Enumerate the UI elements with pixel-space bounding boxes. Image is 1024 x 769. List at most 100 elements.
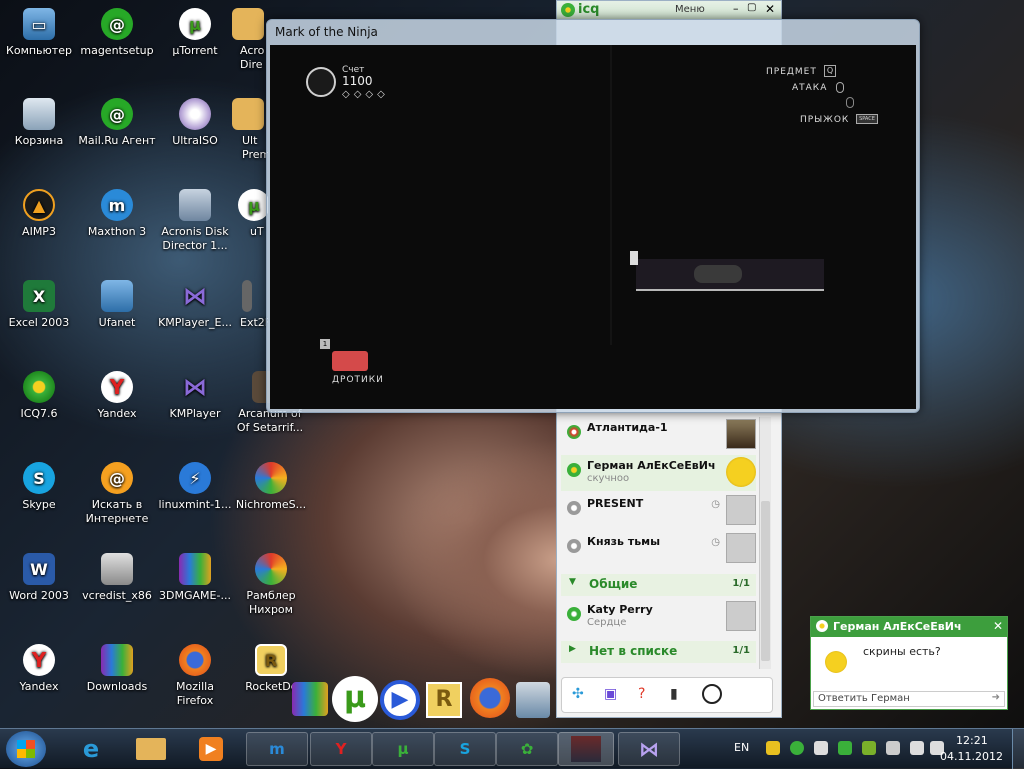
desktop-icon-ut-partial[interactable]: µ uT <box>228 189 268 239</box>
desktop-icon-icq[interactable]: ICQ7.6 <box>0 371 78 421</box>
contact-item[interactable]: Князь тьмы ◷ <box>561 531 756 567</box>
utorrent-icon[interactable]: µ <box>332 676 378 722</box>
download-icon[interactable] <box>516 682 550 718</box>
contact-status: скучноо <box>587 473 630 484</box>
desktop-icon-aimp[interactable]: ▲ AIMP3 <box>0 189 78 239</box>
message-notification[interactable]: Герман АлЕкСеЕвИч ✕ скрины есть? Ответит… <box>810 616 1008 710</box>
desktop-icon-label: NichromeS... <box>235 498 307 511</box>
group-count: 1/1 <box>732 645 750 656</box>
close-icon[interactable]: ✕ <box>765 2 775 16</box>
maximize-icon[interactable]: ▢ <box>747 2 756 13</box>
rocketdock-icon[interactable]: R <box>426 682 462 718</box>
desktop-icon-rambler[interactable]: Рамблер Нихром <box>232 553 310 617</box>
clock-date[interactable]: 04.11.2012 <box>940 750 1003 763</box>
panda-icon[interactable] <box>702 684 722 704</box>
gamepad-icon[interactable]: ✣ <box>572 686 584 702</box>
tray-icon[interactable] <box>814 741 828 755</box>
reply-field[interactable]: Ответить Герман ➜ <box>813 691 1005 707</box>
firefox-icon <box>179 644 211 676</box>
desktop-icon-recycle-bin[interactable]: Корзина <box>0 98 78 148</box>
explorer-taskbar-button[interactable] <box>124 732 178 766</box>
desktop-icon-label: Ult Prem <box>242 134 268 161</box>
desktop-icon-computer[interactable]: ▭ Компьютер <box>0 8 78 58</box>
winrar-icon[interactable] <box>292 682 328 716</box>
start-button[interactable] <box>6 731 46 767</box>
group-not-in-list[interactable]: ▶ Нет в списке 1/1 <box>561 641 756 663</box>
disc-icon <box>179 98 211 130</box>
media-player-taskbar-button[interactable]: ▶ <box>184 732 238 766</box>
clock-time[interactable]: 12:21 <box>956 734 988 747</box>
folder-icon <box>232 98 264 130</box>
desktop-icon-kmplayer-e[interactable]: ⋈ KMPlayer_E... <box>156 280 234 330</box>
desktop-icon-magentsetup[interactable]: @ magentsetup <box>78 8 156 58</box>
desktop-icon-word[interactable]: W Word 2003 <box>0 553 78 603</box>
phone-icon[interactable]: ▮ <box>670 686 678 702</box>
desktop-icon-linuxmint[interactable]: ⚡ linuxmint-1... <box>156 462 234 512</box>
scrollbar-thumb[interactable] <box>761 501 770 661</box>
yandex-taskbar-button[interactable]: Y <box>310 732 372 766</box>
network-icon[interactable] <box>910 741 924 755</box>
desktop-icon-mailru[interactable]: @ Mail.Ru Агент <box>78 98 156 148</box>
icq-taskbar-button[interactable]: ✿ <box>496 732 558 766</box>
show-desktop-button[interactable] <box>1012 729 1024 769</box>
kmplayer-taskbar-button[interactable]: ⋈ <box>618 732 680 766</box>
tray-icon[interactable] <box>838 741 852 755</box>
desktop-icon-utorrent[interactable]: µ µTorrent <box>156 8 234 58</box>
skype-icon: S <box>459 740 471 758</box>
tray-icon[interactable] <box>886 741 900 755</box>
tray-icon[interactable] <box>862 741 876 755</box>
maxthon-taskbar-button[interactable]: m <box>246 732 308 766</box>
desktop-icon-maxthon[interactable]: m Maxthon 3 <box>78 189 156 239</box>
desktop-icon-excel[interactable]: X Excel 2003 <box>0 280 78 330</box>
help-icon[interactable]: ? <box>638 686 645 702</box>
skype-taskbar-button[interactable]: S <box>434 732 496 766</box>
ninja-portrait-icon <box>306 67 336 97</box>
desktop-icon-firefox[interactable]: Mozilla Firefox <box>156 644 234 708</box>
desktop-icon-3dmgame[interactable]: 3DMGAME-... <box>156 553 234 603</box>
group-general[interactable]: ▼ Общие 1/1 <box>561 574 756 596</box>
contact-list-scrollbar[interactable] <box>759 417 771 669</box>
ninja-game-icon <box>571 736 601 762</box>
contact-item[interactable]: PRESENT ◷ <box>561 493 756 529</box>
item-label: ДРОТИКИ <box>332 375 384 385</box>
desktop-icon-yandex[interactable]: Y Yandex <box>78 371 156 421</box>
language-indicator[interactable]: EN <box>734 741 749 754</box>
desktop-icon-acronis[interactable]: Acronis Disk Director 1... <box>156 189 234 253</box>
utorrent-tray-icon[interactable] <box>790 741 804 755</box>
desktop-icon-ufanet[interactable]: Ufanet <box>78 280 156 330</box>
apps-icon[interactable]: ▣ <box>604 686 617 702</box>
contact-item[interactable]: Атлантида-1 <box>561 417 756 453</box>
utorrent-taskbar-button[interactable]: µ <box>372 732 434 766</box>
contact-item-selected[interactable]: Герман АлЕкСеЕвИч скучноо <box>561 455 756 491</box>
desktop-icon-label: ICQ7.6 <box>20 407 58 420</box>
desktop-icon-nichrome[interactable]: NichromeS... <box>232 462 310 512</box>
send-arrow-icon[interactable]: ➜ <box>992 692 1000 703</box>
contact-item[interactable]: Katy Perry Сердце <box>561 599 756 635</box>
icq-menu-button[interactable]: Меню <box>675 4 705 15</box>
close-icon[interactable]: ✕ <box>993 619 1003 633</box>
desktop-icon-kmplayer[interactable]: ⋈ KMPlayer <box>156 371 234 421</box>
folder-icon <box>232 8 264 40</box>
desktop-icon-acronis-partial[interactable]: Acro Dire <box>228 8 268 72</box>
skype-icon: S <box>23 462 55 494</box>
desktop-icon-downloads[interactable]: Downloads <box>78 644 156 694</box>
desktop-icon-ultraiso[interactable]: UltraISO <box>156 98 234 148</box>
tray-icon[interactable] <box>766 741 780 755</box>
ninja-character <box>630 251 638 265</box>
play-icon[interactable]: ▶ <box>380 680 420 720</box>
desktop-icon-yandex-bottom[interactable]: Y Yandex <box>0 644 78 694</box>
desktop-icon-label: KMPlayer_E... <box>158 316 232 329</box>
desktop-icon-skype[interactable]: S Skype <box>0 462 78 512</box>
game-taskbar-button[interactable] <box>558 732 614 766</box>
desktop-icon-vcredist[interactable]: vcredist_x86 <box>78 553 156 603</box>
minimize-icon[interactable]: – <box>733 2 739 15</box>
search-icon: @ <box>101 462 133 494</box>
internet-explorer-icon[interactable]: e <box>64 732 118 766</box>
firefox-icon[interactable] <box>470 678 510 718</box>
group-count: 1/1 <box>732 578 750 589</box>
desktop-icon-search-inet[interactable]: @ Искать в Интернете <box>78 462 156 526</box>
game-viewport[interactable]: Счет 1100 ◇◇◇◇ ПРЕДМЕТ Q АТАКА ПРЫЖОК SP… <box>270 45 916 409</box>
desktop-icon-ultra-partial[interactable]: Ult Prem <box>228 98 268 162</box>
desktop-icon-ext2-partial[interactable]: Ext2F <box>228 280 268 330</box>
background-wall <box>610 45 612 345</box>
